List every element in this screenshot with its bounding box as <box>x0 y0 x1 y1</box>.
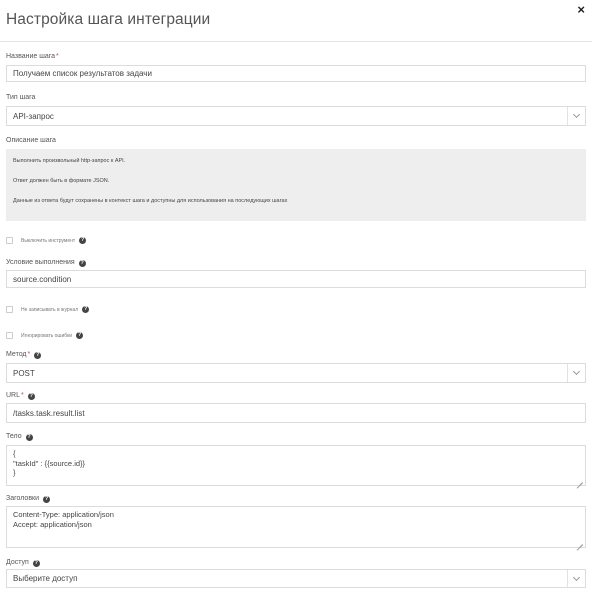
url-label: URL*? <box>6 391 35 400</box>
step-name-label: Название шага* <box>6 52 59 61</box>
headers-label: Заголовки? <box>6 494 51 503</box>
method-label-text: Метод <box>6 351 27 358</box>
condition-input[interactable]: source.condition <box>6 270 586 288</box>
method-value: POST <box>13 368 35 378</box>
step-name-value: Получаем список результатов задачи <box>13 69 152 78</box>
headers-line: Accept: application/json <box>13 519 92 529</box>
access-select[interactable]: Выберите доступ <box>6 569 586 588</box>
no-log-checkbox[interactable] <box>6 306 13 313</box>
resize-handle-icon[interactable] <box>577 477 583 483</box>
description-line: Выполнить произвольный http-запрос к API… <box>13 158 126 164</box>
body-line: "taskId" : {{source.id}} <box>13 458 86 468</box>
description-line: Ответ должен быть в формате JSON. <box>13 178 110 184</box>
help-icon[interactable]: ? <box>25 434 33 441</box>
ignore-errors-row: Игнорировать ошибки ? <box>6 332 84 339</box>
help-icon[interactable]: ? <box>78 260 86 267</box>
disable-tool-label: Выключить инструмент <box>21 237 76 244</box>
chevron-down-icon[interactable] <box>567 107 585 125</box>
step-type-value: API-запрос <box>13 111 54 121</box>
help-icon[interactable]: ? <box>34 352 42 359</box>
body-line: { <box>13 449 16 458</box>
condition-value: source.condition <box>13 274 72 284</box>
no-log-row: Не записывать в журнал ? <box>6 306 90 313</box>
required-mark: * <box>56 53 59 60</box>
description-label: Описание шага <box>6 137 56 144</box>
headers-textarea[interactable]: Content-Type: application/json Accept: a… <box>6 506 586 548</box>
condition-label-text: Условие выполнения <box>6 259 75 266</box>
help-icon[interactable]: ? <box>82 306 90 313</box>
disable-tool-checkbox[interactable] <box>6 237 13 244</box>
ignore-errors-checkbox[interactable] <box>6 332 13 339</box>
body-textarea[interactable]: { "taskId" : {{source.id}} } <box>6 445 586 486</box>
url-input[interactable]: /tasks.task.result.list <box>6 403 586 423</box>
url-label-text: URL <box>6 392 21 399</box>
headers-label-text: Заголовки <box>6 495 40 502</box>
body-label-text: Тело <box>6 433 22 440</box>
step-name-input[interactable]: Получаем список результатов задачи <box>6 65 586 82</box>
headers-line: Content-Type: application/json <box>13 510 114 519</box>
disable-tool-row: Выключить инструмент ? <box>6 237 87 244</box>
no-log-label: Не записывать в журнал <box>21 306 79 313</box>
close-icon[interactable]: × <box>577 3 585 16</box>
method-select[interactable]: POST <box>6 363 586 383</box>
required-mark: * <box>27 351 31 358</box>
resize-handle-icon[interactable] <box>577 539 583 545</box>
description-line: Данные из ответа будут сохранены в конте… <box>13 198 288 204</box>
dialog-title: Настройка шага интеграции <box>6 11 211 28</box>
access-placeholder: Выберите доступ <box>13 574 78 583</box>
body-label: Тело? <box>6 432 33 441</box>
help-icon[interactable]: ? <box>32 560 40 567</box>
help-icon[interactable]: ? <box>27 393 35 400</box>
help-icon[interactable]: ? <box>43 496 51 503</box>
description-box: Выполнить произвольный http-запрос к API… <box>6 149 586 221</box>
step-type-label: Тип шага <box>6 94 36 101</box>
condition-label: Условие выполнения? <box>6 258 86 267</box>
step-type-select[interactable]: API-запрос <box>6 106 586 126</box>
required-mark: * <box>21 392 24 399</box>
access-label: Доступ? <box>6 558 40 567</box>
method-label: Метод*? <box>6 350 42 359</box>
help-icon[interactable]: ? <box>76 332 84 339</box>
chevron-down-icon[interactable] <box>567 364 585 382</box>
step-name-label-text: Название шага <box>6 53 56 60</box>
help-icon[interactable]: ? <box>79 237 87 244</box>
ignore-errors-label: Игнорировать ошибки <box>21 332 73 339</box>
body-line: } <box>13 468 16 477</box>
dialog-header: Настройка шага интеграции × <box>0 0 592 42</box>
url-value: /tasks.task.result.list <box>13 408 85 418</box>
access-label-text: Доступ <box>6 559 29 566</box>
chevron-down-icon[interactable] <box>567 570 585 587</box>
